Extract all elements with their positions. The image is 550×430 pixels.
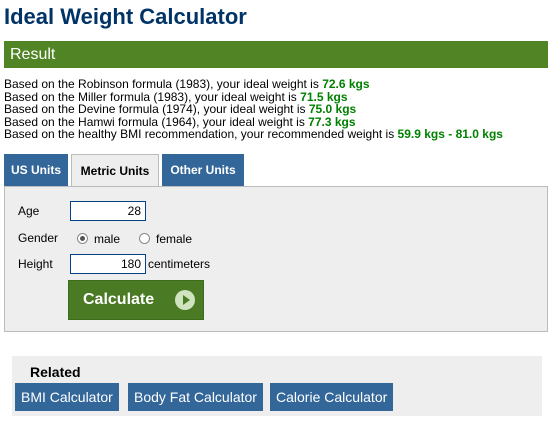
tab-other-units[interactable]: Other Units: [162, 154, 244, 186]
tab-us-units[interactable]: US Units: [4, 154, 68, 186]
height-label: Height: [18, 257, 53, 271]
result-value: 59.9 kgs - 81.0 kgs: [397, 127, 503, 141]
female-radio[interactable]: [139, 233, 150, 244]
unit-tabs: US Units Metric Units Other Units: [4, 154, 550, 187]
calculator-form: Age Gender male female Height centimeter…: [4, 186, 548, 332]
related-title: Related: [30, 364, 81, 380]
calculate-button-label: Calculate: [83, 291, 155, 308]
height-input[interactable]: [70, 254, 146, 274]
bmi-calculator-link[interactable]: BMI Calculator: [15, 383, 119, 411]
gender-label: Gender: [18, 231, 59, 245]
tab-metric-units[interactable]: Metric Units: [71, 154, 159, 187]
result-header: Result: [4, 41, 548, 68]
body-fat-calculator-link[interactable]: Body Fat Calculator: [128, 383, 263, 411]
female-radio-label: female: [156, 232, 193, 246]
male-radio[interactable]: [77, 233, 88, 244]
height-unit-label: centimeters: [148, 257, 211, 271]
result-lines: Based on the Robinson formula (1983), yo…: [4, 78, 550, 141]
play-circle-icon: [175, 290, 195, 310]
age-input[interactable]: [70, 201, 146, 221]
related-section: Related BMI Calculator Body Fat Calculat…: [12, 356, 542, 416]
calorie-calculator-link[interactable]: Calorie Calculator: [270, 383, 394, 411]
page-title: Ideal Weight Calculator: [4, 4, 247, 29]
male-radio-label: male: [94, 232, 121, 246]
result-line-bmi: Based on the healthy BMI recommendation,…: [4, 127, 503, 141]
calculate-button[interactable]: Calculate: [68, 280, 204, 320]
age-label: Age: [18, 204, 40, 218]
